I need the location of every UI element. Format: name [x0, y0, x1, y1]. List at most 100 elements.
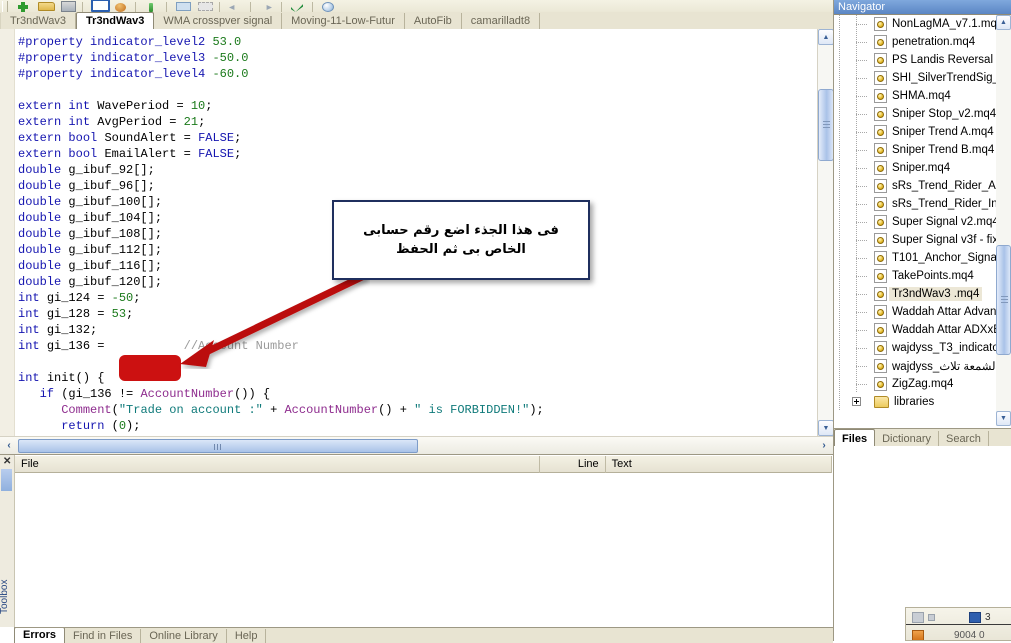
mq4-file-icon — [874, 35, 887, 49]
editor-vertical-scrollbar[interactable]: ▲ ▼ — [817, 29, 833, 436]
toolbar-separator — [250, 2, 251, 12]
editor-horizontal-scrollbar[interactable]: ‹ › — [0, 436, 833, 454]
vertical-scroll-thumb[interactable] — [818, 89, 833, 161]
window-icon[interactable] — [88, 0, 110, 12]
navigator-file-row[interactable]: Sniper Trend A.mq4 — [834, 123, 1011, 141]
save-icon[interactable] — [57, 0, 77, 12]
tree-indent — [834, 33, 874, 51]
tree-elbow — [856, 114, 867, 115]
navigator-folder-row[interactable]: libraries — [834, 393, 1011, 411]
new-file-icon[interactable] — [13, 0, 33, 12]
navigator-scroll-down-button[interactable]: ▼ — [996, 411, 1011, 426]
code-token: " is FORBIDDEN!" — [414, 403, 530, 417]
nav-forward-icon[interactable] — [256, 0, 276, 12]
navigator-file-row[interactable]: ZigZag.mq4 — [834, 375, 1011, 393]
navigator-file-row[interactable]: Tr3ndWav3 .mq4 — [834, 285, 1011, 303]
tree-indent — [834, 231, 874, 249]
scroll-down-button[interactable]: ▼ — [818, 420, 833, 436]
code-line: #property indicator_level3 -50.0 — [18, 50, 544, 66]
toolbox-column-header[interactable]: Text — [606, 455, 832, 473]
editor-tab[interactable]: Tr3ndWav3 — [76, 12, 155, 29]
editor-tab[interactable]: WMA crosspver signal — [154, 13, 283, 29]
code-token: double — [18, 227, 69, 241]
tree-indent — [834, 249, 874, 267]
code-editor[interactable]: #property indicator_level2 53.0 #property… — [0, 29, 833, 436]
mq4-file-icon — [874, 143, 887, 157]
navigator-file-row[interactable]: Super Signal v3f - fixe — [834, 231, 1011, 249]
toolbox-rows[interactable] — [15, 473, 832, 627]
navigator-file-row[interactable]: wajdyss_T3_indicator — [834, 339, 1011, 357]
editor-tab[interactable]: camarilladt8 — [462, 13, 541, 29]
navigator-file-row[interactable]: TakePoints.mq4 — [834, 267, 1011, 285]
editor-tab[interactable]: Tr3ndWav3 — [0, 13, 77, 29]
navigator-file-row[interactable]: wajdyss_الشمعة تلاث — [834, 357, 1011, 375]
toolbox-column-header[interactable]: Line — [540, 455, 606, 473]
navigator-tree[interactable]: NonLagMA_v7.1.mq4 penetration.mq4 PS Landi… — [834, 15, 1011, 426]
navigator-file-row[interactable]: SHMA.mq4 — [834, 87, 1011, 105]
toolbox-vertical-label: Toolbox — [0, 579, 10, 615]
tree-indent — [834, 51, 874, 69]
balance-icon[interactable] — [912, 612, 924, 623]
navigator-file-row[interactable]: Super Signal v2.mq4 — [834, 213, 1011, 231]
navigator-item-label: Tr3ndWav3 .mq4 — [889, 287, 983, 301]
chart-icon[interactable] — [912, 630, 924, 640]
properties-icon[interactable] — [172, 0, 192, 12]
navigator-item-label: Sniper Stop_v2.mq4 — [892, 108, 997, 120]
navigator-vertical-scrollbar[interactable]: ▲ ▼ — [996, 15, 1011, 426]
toolbox-tab-label: Errors — [23, 629, 57, 641]
code-token: int — [68, 99, 98, 113]
navigator-file-row[interactable]: penetration.mq4 — [834, 33, 1011, 51]
navigator-file-row[interactable]: sRs_Trend_Rider_Inc — [834, 195, 1011, 213]
navigator-scroll-thumb[interactable] — [996, 245, 1011, 355]
navigator-scroll-up-button[interactable]: ▲ — [996, 15, 1011, 30]
navigator-file-row[interactable]: PS Landis Reversal 10 — [834, 51, 1011, 69]
navigator-file-row[interactable]: Waddah Attar ADXxB — [834, 321, 1011, 339]
browser-icon[interactable] — [110, 0, 130, 12]
navigator-file-row[interactable]: Waddah Attar Advan — [834, 303, 1011, 321]
navigator-file-row[interactable]: Sniper.mq4 — [834, 159, 1011, 177]
open-folder-icon[interactable] — [35, 0, 55, 12]
code-token: (gi_136 != — [61, 387, 141, 401]
navigator-file-row[interactable]: Sniper Stop_v2.mq4 — [834, 105, 1011, 123]
help-icon[interactable] — [318, 0, 338, 12]
toolbar-separator — [82, 2, 83, 12]
navigator-file-row[interactable]: sRs_Trend_Rider_Ale — [834, 177, 1011, 195]
navigator-file-row[interactable]: T101_Anchor_Signals — [834, 249, 1011, 267]
scroll-up-button[interactable]: ▲ — [818, 29, 833, 45]
tree-indent — [834, 141, 874, 159]
navigator-file-row[interactable]: SHI_SilverTrendSig_2 — [834, 69, 1011, 87]
code-token: gi_124 = — [46, 291, 112, 305]
horizontal-scroll-thumb[interactable] — [18, 439, 418, 453]
expand-icon[interactable] — [852, 397, 861, 406]
toolbox-column-header[interactable]: File — [15, 455, 541, 473]
dictionary-icon[interactable] — [194, 0, 214, 12]
code-token: 53 — [111, 307, 127, 321]
tree-indent — [834, 267, 874, 285]
toolbar-grip[interactable] — [2, 1, 8, 12]
toolbar-separator — [312, 2, 313, 12]
navigator-tab[interactable]: Search — [939, 431, 989, 447]
scroll-right-button[interactable]: › — [816, 438, 832, 453]
compile-icon[interactable] — [141, 0, 161, 12]
editor-tab[interactable]: AutoFib — [405, 13, 462, 29]
editor-tab[interactable]: Moving-11-Low-Futur — [282, 13, 405, 29]
tree-indent — [834, 375, 874, 393]
check-icon[interactable] — [287, 0, 307, 12]
navigator-file-row[interactable]: Sniper Trend B.mq4 — [834, 141, 1011, 159]
mini-panel-status-row: 9004 0 — [912, 630, 985, 640]
navigator-tab[interactable]: Dictionary — [875, 431, 939, 447]
code-line: int gi_136 = //Account Number — [18, 338, 544, 354]
editor-tab-label: Tr3ndWav3 — [10, 15, 67, 27]
nav-back-icon[interactable] — [225, 0, 245, 12]
mini-panel-divider — [906, 624, 1011, 625]
window-icon[interactable] — [969, 612, 981, 623]
close-icon[interactable]: ✕ — [3, 457, 11, 467]
scroll-left-button[interactable]: ‹ — [1, 438, 17, 453]
tree-indent — [834, 213, 874, 231]
code-token: ); — [529, 403, 544, 417]
navigator-file-row[interactable]: NonLagMA_v7.1.mq4 — [834, 15, 1011, 33]
tree-elbow — [856, 384, 867, 385]
settings-icon[interactable] — [928, 614, 935, 621]
code-token: g_ibuf_104[]; — [68, 211, 163, 225]
